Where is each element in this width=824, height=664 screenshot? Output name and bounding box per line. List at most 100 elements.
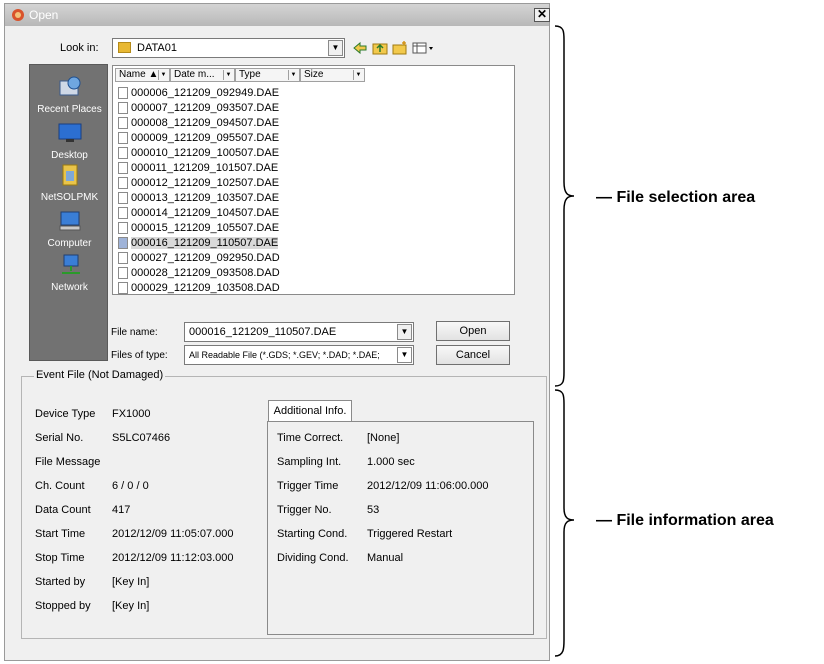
annotation-information: — File information area: [596, 512, 774, 529]
user-folder-icon: [62, 164, 77, 186]
additional-field-value: 2012/12/09 11:06:00.000: [367, 480, 489, 492]
event-field-label: Started by: [35, 576, 86, 588]
open-button[interactable]: Open: [436, 321, 510, 341]
lookin-combo[interactable]: DATA01 ▼: [112, 38, 345, 58]
filename-combo[interactable]: 000016_121209_110507.DAE ▼: [184, 322, 414, 342]
event-field-value: 2012/12/09 11:12:03.000: [112, 552, 234, 564]
file-name: 000007_121209_093507.DAE: [131, 102, 280, 114]
folder-icon: [118, 42, 131, 53]
event-field-value: [Key In]: [112, 600, 150, 612]
file-name: 000012_121209_102507.DAE: [131, 177, 280, 189]
view-menu-icon[interactable]: [411, 40, 435, 56]
computer-icon: [59, 211, 80, 231]
event-field-value: 2012/12/09 11:05:07.000: [112, 528, 234, 540]
filetype-select[interactable]: All Readable File (*.GDS; *.GEV; *.DAD; …: [184, 345, 414, 365]
place-recent-places[interactable]: Recent Places: [30, 75, 109, 115]
file-icon: [118, 87, 128, 99]
additional-field-label: Trigger No.: [277, 504, 332, 516]
desktop-icon: [58, 123, 81, 142]
event-file-group-title: Event File (Not Damaged): [34, 369, 166, 381]
place-desktop[interactable]: Desktop: [30, 121, 109, 161]
filetype-value: All Readable File (*.GDS; *.GEV; *.DAD; …: [189, 350, 380, 360]
chevron-down-icon[interactable]: ▼: [397, 347, 412, 363]
file-icon: [118, 147, 128, 159]
back-arrow-icon[interactable]: [351, 40, 369, 56]
title-bar: Open ✕: [5, 4, 550, 26]
filetype-label: Files of type:: [111, 350, 168, 361]
places-bar: Recent Places Desktop NetSOLPMK Computer: [29, 64, 108, 361]
file-icon: [118, 252, 128, 264]
place-computer[interactable]: Computer: [30, 209, 109, 249]
event-field-value: S5LC07466: [112, 432, 171, 444]
additional-field-label: Dividing Cond.: [277, 552, 349, 564]
up-folder-icon[interactable]: [371, 40, 389, 56]
file-name: 000008_121209_094507.DAE: [131, 117, 280, 129]
additional-field-value: [None]: [367, 432, 400, 444]
information-brace: [554, 389, 575, 657]
file-icon: [118, 192, 128, 204]
file-icon: [118, 237, 128, 249]
new-folder-icon[interactable]: [391, 40, 409, 56]
tab-additional-info[interactable]: Additional Info.: [268, 400, 352, 422]
close-button[interactable]: ✕: [534, 8, 550, 22]
additional-field-value: Triggered Restart: [367, 528, 453, 540]
cancel-button[interactable]: Cancel: [436, 345, 510, 365]
place-label: Recent Places: [37, 104, 102, 115]
event-field-label: Ch. Count: [35, 480, 85, 492]
file-name: 000029_121209_103508.DAD: [131, 282, 280, 294]
lookin-value: DATA01: [137, 42, 177, 54]
file-name: 000009_121209_095507.DAE: [131, 132, 280, 144]
open-dialog-icon: [12, 9, 24, 21]
additional-field-label: Sampling Int.: [277, 456, 342, 468]
file-name: 000015_121209_105507.DAE: [131, 222, 280, 234]
event-field-value: 6 / 0 / 0: [112, 480, 149, 492]
file-name: 000010_121209_100507.DAE: [131, 147, 280, 159]
file-name: 000016_121209_110507.DAE: [131, 237, 279, 249]
file-name: 000028_121209_093508.DAD: [131, 267, 280, 279]
event-field-value: [Key In]: [112, 576, 150, 588]
file-name: 000014_121209_104507.DAE: [131, 207, 280, 219]
file-icon: [118, 207, 128, 219]
place-label: Desktop: [51, 150, 88, 161]
event-field-label: Serial No.: [35, 432, 84, 444]
additional-field-label: Trigger Time: [277, 480, 339, 492]
event-field-label: File Message: [35, 456, 101, 468]
chevron-down-icon[interactable]: ▼: [328, 40, 343, 56]
place-label: Computer: [47, 238, 92, 249]
additional-field-label: Time Correct.: [277, 432, 344, 444]
event-field-label: Data Count: [35, 504, 91, 516]
file-icon: [118, 282, 128, 294]
event-field-label: Stopped by: [35, 600, 91, 612]
file-icon: [118, 267, 128, 279]
file-icon: [118, 102, 128, 114]
file-name: 000011_121209_101507.DAE: [131, 162, 279, 174]
additional-field-value: 53: [367, 504, 380, 516]
event-field-label: Stop Time: [35, 552, 85, 564]
close-icon: ✕: [536, 7, 548, 21]
filename-value: 000016_121209_110507.DAE: [189, 326, 337, 338]
chevron-down-icon[interactable]: ▼: [397, 324, 412, 340]
file-rows: 000006_121209_092949.DAE 000007_121209_09…: [113, 66, 514, 294]
event-field-value: FX1000: [112, 408, 151, 420]
place-netsolpmk[interactable]: NetSOLPMK: [30, 163, 109, 203]
file-name: 000027_121209_092950.DAD: [131, 252, 280, 264]
file-list[interactable]: Name ▲ ▼ Date m... ▼ Type ▼ Size ▼ 00000…: [112, 65, 515, 295]
filename-label: File name:: [111, 327, 158, 338]
network-icon: [61, 254, 80, 274]
additional-field-value: 1.000 sec: [367, 456, 415, 468]
lookin-label: Look in:: [60, 42, 99, 54]
file-name: 000006_121209_092949.DAE: [131, 87, 280, 99]
place-label: Network: [51, 282, 88, 293]
additional-field-label: Starting Cond.: [277, 528, 348, 540]
file-name: 000013_121209_103507.DAE: [131, 192, 280, 204]
file-icon: [118, 132, 128, 144]
annotation-selection: — File selection area: [596, 189, 756, 206]
file-icon: [118, 222, 128, 234]
recent-places-icon: [59, 76, 80, 96]
file-icon: [118, 117, 128, 129]
event-field-label: Start Time: [35, 528, 86, 540]
file-icon: [118, 177, 128, 189]
file-icon: [118, 162, 128, 174]
place-network[interactable]: Network: [30, 253, 109, 293]
open-dialog: Open ✕ Look in: DATA01 ▼ Recent Places D…: [4, 3, 550, 661]
